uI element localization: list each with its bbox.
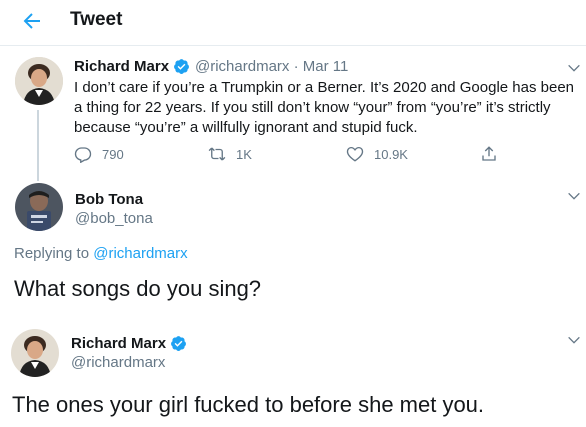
- avatar[interactable]: [15, 57, 63, 105]
- like-count: 10.9K: [374, 146, 408, 162]
- page-title: Tweet: [70, 9, 123, 30]
- thread-connector: [37, 110, 39, 181]
- author-handle[interactable]: @bob_tona: [75, 210, 153, 227]
- reply-count: 790: [102, 146, 124, 162]
- chevron-down-icon[interactable]: [566, 332, 582, 348]
- author-name[interactable]: Richard Marx: [74, 58, 169, 75]
- top-bar: Tweet: [0, 0, 586, 46]
- replying-to: Replying to @richardmarx: [14, 245, 188, 262]
- retweet-button[interactable]: 1K: [208, 145, 252, 163]
- retweet-icon: [208, 147, 226, 161]
- author-handle[interactable]: @richardmarx: [71, 354, 165, 371]
- replying-prefix: Replying to: [14, 245, 90, 262]
- share-icon: [482, 146, 496, 161]
- author-handle[interactable]: @richardmarx · Mar 11: [195, 58, 348, 75]
- chevron-down-icon[interactable]: [566, 188, 582, 204]
- reply-button[interactable]: 790: [74, 145, 124, 163]
- author-name[interactable]: Richard Marx: [71, 335, 166, 352]
- avatar[interactable]: [11, 329, 59, 377]
- back-arrow-icon[interactable]: [20, 9, 44, 33]
- tweet-text: The ones your girl fucked to before she …: [12, 392, 485, 417]
- reply-icon: [74, 147, 92, 163]
- tweet-date[interactable]: Mar 11: [303, 58, 349, 75]
- like-button[interactable]: 10.9K: [346, 145, 408, 163]
- like-icon: [346, 146, 364, 162]
- verified-icon: [171, 336, 186, 351]
- avatar[interactable]: [15, 183, 63, 231]
- tweet-text: I don’t care if you’re a Trumpkin or a B…: [74, 79, 575, 136]
- handle-text[interactable]: @richardmarx: [195, 58, 289, 75]
- share-button[interactable]: [480, 145, 508, 163]
- chevron-down-icon[interactable]: [566, 60, 582, 76]
- verified-icon: [174, 59, 189, 74]
- mention-link[interactable]: @richardmarx: [93, 245, 187, 262]
- author-name[interactable]: Bob Tona: [75, 191, 143, 208]
- tweet-text: What songs do you sing?: [14, 276, 262, 301]
- separator-dot: ·: [293, 58, 299, 75]
- retweet-count: 1K: [236, 146, 252, 162]
